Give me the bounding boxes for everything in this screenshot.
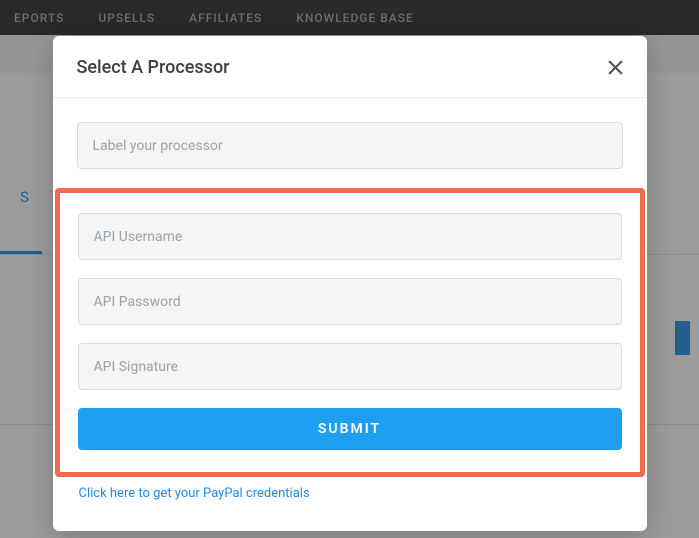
api-username-input[interactable] bbox=[78, 213, 622, 260]
modal-title: Select A Processor bbox=[77, 57, 230, 78]
select-processor-modal: Select A Processor SUBMIT Click here to … bbox=[53, 36, 647, 531]
paypal-credentials-link[interactable]: Click here to get your PayPal credential… bbox=[79, 486, 310, 501]
modal-header: Select A Processor bbox=[53, 36, 647, 98]
api-password-input[interactable] bbox=[78, 278, 622, 325]
api-signature-input[interactable] bbox=[78, 343, 622, 390]
modal-overlay: Select A Processor SUBMIT Click here to … bbox=[0, 0, 699, 538]
close-icon[interactable] bbox=[608, 60, 623, 75]
api-credentials-highlight: SUBMIT bbox=[55, 188, 645, 477]
label-processor-input[interactable] bbox=[77, 122, 623, 169]
submit-button[interactable]: SUBMIT bbox=[78, 408, 622, 450]
modal-body: SUBMIT Click here to get your PayPal cre… bbox=[53, 98, 647, 531]
